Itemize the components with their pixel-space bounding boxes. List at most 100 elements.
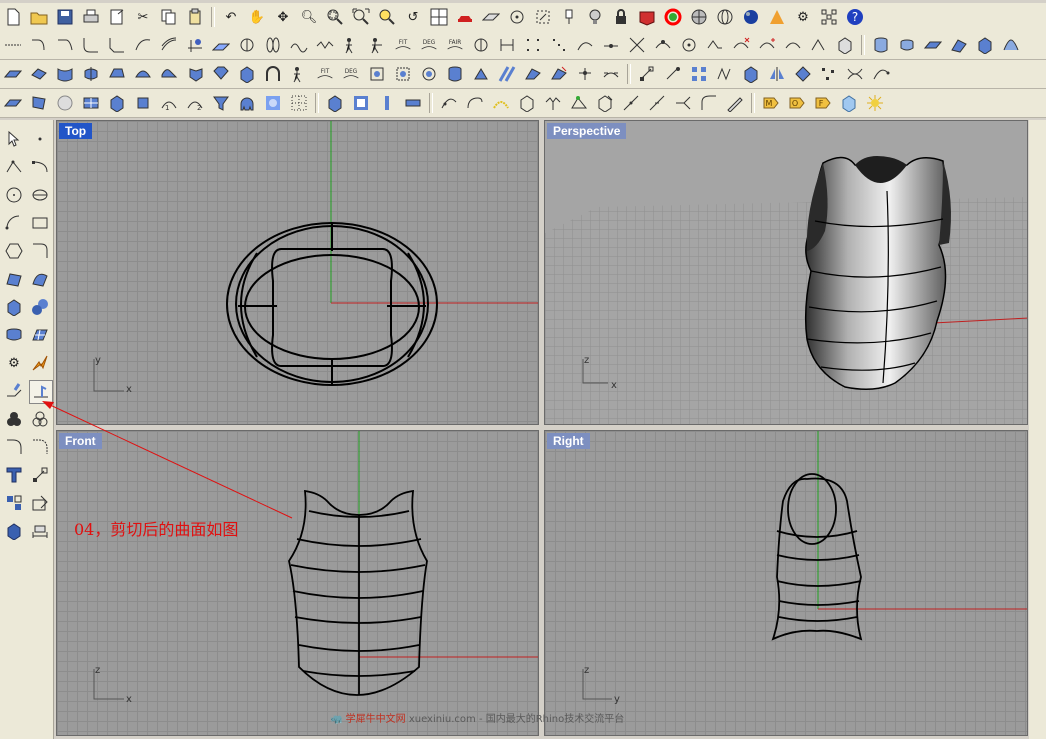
project-curve-icon[interactable] <box>210 34 232 56</box>
surface-patch-icon[interactable] <box>184 63 206 85</box>
surface-split-icon[interactable] <box>470 63 492 85</box>
solid-box-icon[interactable] <box>834 34 856 56</box>
loft-icon[interactable] <box>1000 34 1022 56</box>
viewport-title-perspective[interactable]: Perspective <box>547 123 627 139</box>
surface-rebuild-icon[interactable] <box>418 63 440 85</box>
gears-icon[interactable]: ⚙ <box>3 352 25 374</box>
chamfer-edge-icon[interactable] <box>29 436 51 458</box>
figure-curve-icon[interactable] <box>340 34 362 56</box>
curve-control-icon[interactable] <box>29 156 51 178</box>
solid-box-2-icon[interactable] <box>740 63 762 85</box>
viewport-front[interactable]: z x Front <box>56 430 539 736</box>
rotate-view-icon[interactable]: ✥ <box>272 6 294 28</box>
curve-extract-icon[interactable] <box>594 92 616 114</box>
curve-seam-icon[interactable] <box>600 34 622 56</box>
curve-dashed-icon[interactable] <box>490 92 512 114</box>
surface-tool-icon[interactable] <box>3 268 25 290</box>
surface-curve-tool-icon[interactable] <box>29 268 51 290</box>
viewport-title-front[interactable]: Front <box>59 433 102 449</box>
window-corner-icon[interactable] <box>350 92 372 114</box>
zoom-window-icon[interactable] <box>324 6 346 28</box>
snap-icon[interactable] <box>506 6 528 28</box>
four-viewports-icon[interactable] <box>428 6 450 28</box>
grid-options-icon[interactable] <box>818 6 840 28</box>
lightbulb-icon[interactable] <box>584 6 606 28</box>
tag-f-icon[interactable]: F <box>812 92 834 114</box>
copy-icon[interactable] <box>158 6 180 28</box>
jellyfish-icon[interactable] <box>236 92 258 114</box>
curve-adjust-icon[interactable] <box>574 34 596 56</box>
viewport-top[interactable]: y x Top <box>56 120 539 425</box>
surface-trim-icon[interactable] <box>496 63 518 85</box>
curve-from-surface-icon[interactable] <box>438 92 460 114</box>
select-arrow-icon[interactable] <box>3 128 25 150</box>
curve-chamfer-icon[interactable] <box>106 34 128 56</box>
sphere-tool-icon[interactable] <box>29 296 51 318</box>
undo-icon[interactable]: ↶ <box>220 6 242 28</box>
cylinder-icon[interactable] <box>870 34 892 56</box>
viewport-title-right[interactable]: Right <box>547 433 590 449</box>
pan-hand-icon[interactable]: ✋ <box>246 6 268 28</box>
rectangle-icon[interactable] <box>29 212 51 234</box>
curve-fillet-tool-icon[interactable] <box>29 240 51 262</box>
fork-icon[interactable] <box>672 92 694 114</box>
bend-icon[interactable] <box>870 63 892 85</box>
surface-from-points-icon[interactable] <box>28 92 50 114</box>
environment-map-icon[interactable] <box>262 92 284 114</box>
viewport-right[interactable]: z y Right <box>544 430 1028 736</box>
control-points-on-icon[interactable] <box>522 34 544 56</box>
insert-points-icon[interactable] <box>756 34 778 56</box>
blend-curve-icon[interactable] <box>132 34 154 56</box>
zoom-icon[interactable]: 🔍︎ <box>298 6 320 28</box>
cplane-icon[interactable] <box>480 6 502 28</box>
rendered-sphere-icon[interactable] <box>740 6 762 28</box>
surface-edit-points-icon[interactable] <box>574 63 596 85</box>
wide-rectangle-icon[interactable] <box>402 92 424 114</box>
paste-icon[interactable] <box>184 6 206 28</box>
surface-revolve-icon[interactable] <box>80 63 102 85</box>
document-properties-icon[interactable] <box>106 6 128 28</box>
rebuild-1-icon[interactable]: 1 <box>158 92 180 114</box>
pull-curve-icon[interactable] <box>236 34 258 56</box>
surface-degree-icon[interactable]: DEG <box>340 63 362 85</box>
transform-array-icon[interactable] <box>688 63 710 85</box>
material-cube-icon[interactable] <box>838 92 860 114</box>
car-icon[interactable] <box>454 6 476 28</box>
ellipse-icon[interactable] <box>29 184 51 206</box>
add-knot-icon[interactable] <box>652 34 674 56</box>
boolean-split-icon[interactable] <box>29 408 51 430</box>
wireframe-sphere-icon[interactable] <box>714 6 736 28</box>
select-filter-icon[interactable] <box>558 6 580 28</box>
curve-angle-icon[interactable] <box>698 92 720 114</box>
viewport-perspective[interactable]: z x Perspective <box>544 120 1028 425</box>
surface-extrude-icon[interactable] <box>28 63 50 85</box>
curve-arc-icon[interactable] <box>464 92 486 114</box>
dot-grid-icon[interactable] <box>288 92 310 114</box>
plane-icon[interactable] <box>922 34 944 56</box>
render-cube-icon[interactable] <box>3 520 25 542</box>
surface-blend-icon[interactable] <box>600 63 622 85</box>
layer-icon[interactable] <box>636 6 658 28</box>
cylinder-tool-icon[interactable] <box>3 324 25 346</box>
circle-icon[interactable] <box>3 184 25 206</box>
dimension-tool-icon[interactable] <box>29 520 51 542</box>
smooth-curve-icon[interactable] <box>314 34 336 56</box>
scatter-points-icon[interactable] <box>818 63 840 85</box>
curve-network-icon[interactable] <box>184 34 206 56</box>
bounding-curve-icon[interactable] <box>704 34 726 56</box>
surface-match-icon[interactable] <box>548 63 570 85</box>
render-icon[interactable] <box>766 6 788 28</box>
vertical-bar-icon[interactable] <box>376 92 398 114</box>
boolean-union-icon[interactable] <box>3 408 25 430</box>
surface-fillet-icon[interactable] <box>262 63 284 85</box>
zoom-extents-icon[interactable] <box>350 6 372 28</box>
curve-fillet-icon[interactable] <box>80 34 102 56</box>
surface-corner-icon[interactable] <box>948 34 970 56</box>
rebuild-curve-icon[interactable] <box>288 34 310 56</box>
rebuild-2-icon[interactable]: 2 <box>184 92 206 114</box>
diagonal-line-icon[interactable] <box>620 92 642 114</box>
hand-curve-icon[interactable] <box>542 92 564 114</box>
curve-interpolate-icon[interactable] <box>28 34 50 56</box>
surface-cylinder-icon[interactable] <box>444 63 466 85</box>
surface-shrink-icon[interactable] <box>392 63 414 85</box>
